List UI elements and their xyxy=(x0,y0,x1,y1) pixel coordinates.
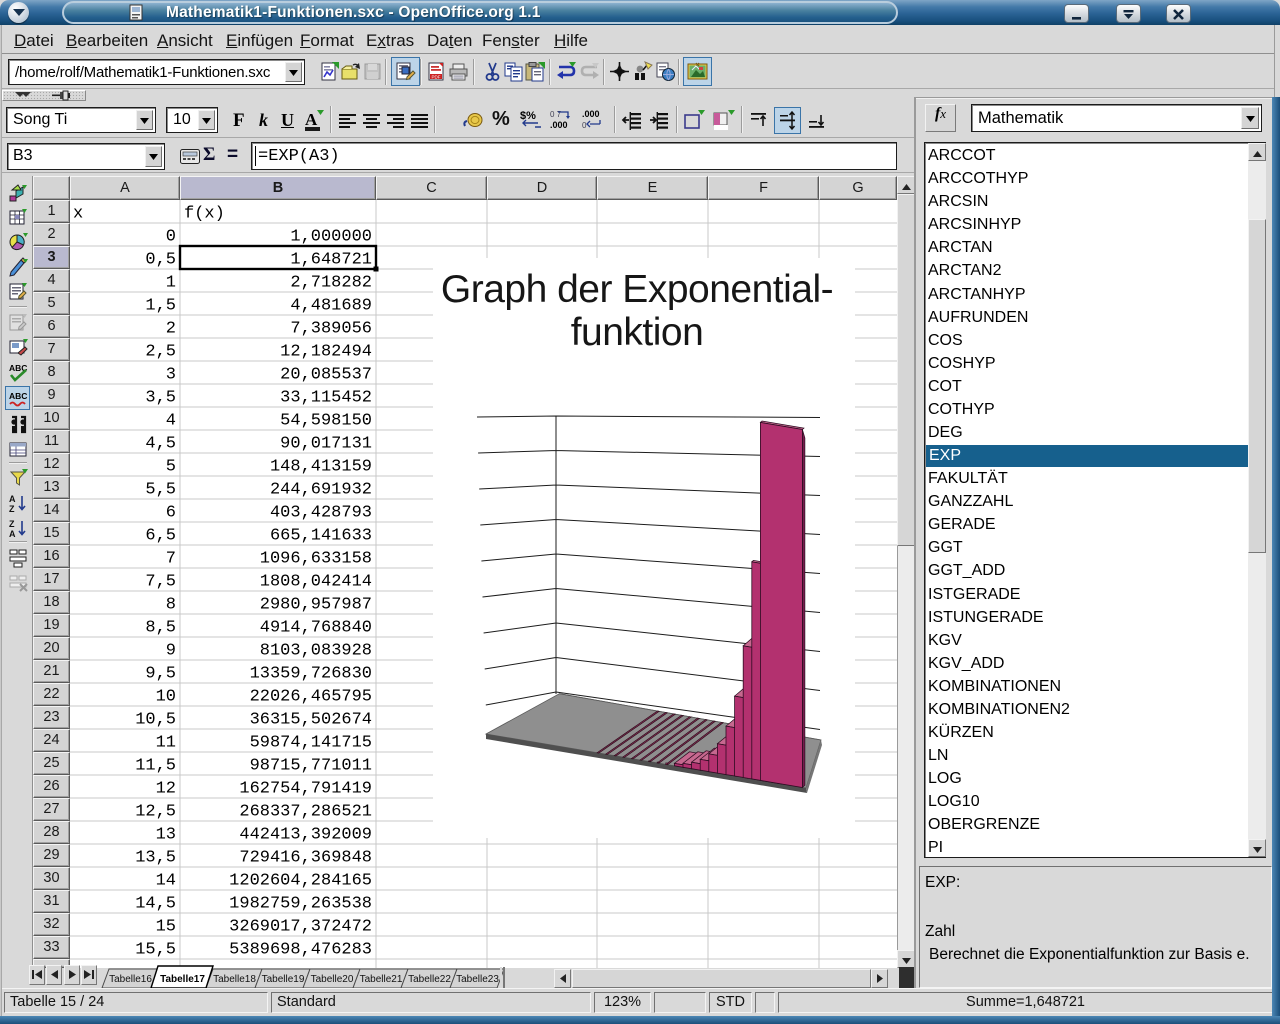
svg-text:6: 6 xyxy=(166,504,176,523)
svg-text:1,648721: 1,648721 xyxy=(290,251,372,270)
svg-text:22026,465795: 22026,465795 xyxy=(250,688,372,707)
svg-text:Tabelle21: Tabelle21 xyxy=(360,974,403,985)
svg-text:36315,502674: 36315,502674 xyxy=(250,711,372,730)
svg-text:Tabelle19: Tabelle19 xyxy=(262,974,305,985)
svg-text:244,691932: 244,691932 xyxy=(270,481,372,500)
svg-text:7,389056: 7,389056 xyxy=(290,320,372,339)
svg-text:1202604,284165: 1202604,284165 xyxy=(229,872,372,891)
svg-text:59874,141715: 59874,141715 xyxy=(250,734,372,753)
svg-text:2,5: 2,5 xyxy=(145,343,176,362)
svg-text:0: 0 xyxy=(166,228,176,247)
svg-text:12,5: 12,5 xyxy=(135,803,176,822)
svg-text:442413,392009: 442413,392009 xyxy=(239,826,372,845)
svg-text:9: 9 xyxy=(166,642,176,661)
svg-text:Tabelle22: Tabelle22 xyxy=(408,974,451,985)
svg-text:5,5: 5,5 xyxy=(145,481,176,500)
svg-text:4: 4 xyxy=(166,412,176,431)
svg-text:1982759,263538: 1982759,263538 xyxy=(229,895,372,914)
svg-text:729416,369848: 729416,369848 xyxy=(239,849,372,868)
svg-text:54,598150: 54,598150 xyxy=(280,412,372,431)
svg-text:1,5: 1,5 xyxy=(145,297,176,316)
svg-text:1808,042414: 1808,042414 xyxy=(260,573,372,592)
svg-text:Tabelle17: Tabelle17 xyxy=(160,974,205,985)
svg-text:1096,633158: 1096,633158 xyxy=(260,550,372,569)
svg-text:20,085537: 20,085537 xyxy=(280,366,372,385)
svg-text:403,428793: 403,428793 xyxy=(270,504,372,523)
svg-text:7: 7 xyxy=(166,550,176,569)
svg-text:0 7: 0 7 xyxy=(550,110,562,119)
svg-text:A: A xyxy=(305,110,318,129)
svg-text:3,5: 3,5 xyxy=(145,389,176,408)
svg-text:98715,771011: 98715,771011 xyxy=(250,757,372,776)
svg-text:11: 11 xyxy=(156,734,176,753)
svg-text:148,413159: 148,413159 xyxy=(270,458,372,477)
svg-text:0: 0 xyxy=(582,121,587,130)
svg-text:$%: $% xyxy=(520,110,536,122)
svg-text:268337,286521: 268337,286521 xyxy=(239,803,372,822)
svg-text:15,5: 15,5 xyxy=(135,941,176,960)
svg-text:2980,957987: 2980,957987 xyxy=(260,596,372,615)
svg-text:Tabelle16: Tabelle16 xyxy=(109,974,152,985)
svg-text:A: A xyxy=(9,494,16,504)
svg-text:8103,083928: 8103,083928 xyxy=(260,642,372,661)
svg-text:13,5: 13,5 xyxy=(135,849,176,868)
svg-text:Tabelle18: Tabelle18 xyxy=(213,974,256,985)
svg-text:665,141633: 665,141633 xyxy=(270,527,372,546)
svg-text:12,182494: 12,182494 xyxy=(280,343,372,362)
svg-text:9,5: 9,5 xyxy=(145,665,176,684)
svg-text:funktion: funktion xyxy=(571,311,704,354)
svg-text:2: 2 xyxy=(166,320,176,339)
svg-text:13: 13 xyxy=(156,826,176,845)
svg-text:10,5: 10,5 xyxy=(135,711,176,730)
svg-text:A: A xyxy=(9,529,16,539)
svg-text:15: 15 xyxy=(156,918,176,937)
svg-text:33,115452: 33,115452 xyxy=(280,389,372,408)
svg-text:4914,768840: 4914,768840 xyxy=(260,619,372,638)
svg-text:ABC: ABC xyxy=(9,391,27,401)
svg-text:4,481689: 4,481689 xyxy=(290,297,372,316)
svg-text:4,5: 4,5 xyxy=(145,435,176,454)
svg-text:f(x): f(x) xyxy=(184,205,225,224)
svg-text:0,5: 0,5 xyxy=(145,251,176,270)
svg-text:10: 10 xyxy=(156,688,176,707)
svg-text:Tabelle20: Tabelle20 xyxy=(311,974,354,985)
svg-text:1: 1 xyxy=(166,274,176,293)
svg-text:Z: Z xyxy=(9,519,15,529)
svg-text:14,5: 14,5 xyxy=(135,895,176,914)
svg-text:11,5: 11,5 xyxy=(135,757,176,776)
svg-text:6,5: 6,5 xyxy=(145,527,176,546)
svg-text:90,017131: 90,017131 xyxy=(280,435,372,454)
svg-text:1,000000: 1,000000 xyxy=(290,228,372,247)
svg-text:162754,791419: 162754,791419 xyxy=(239,780,372,799)
svg-text:.000: .000 xyxy=(582,109,600,119)
svg-text:3269017,372472: 3269017,372472 xyxy=(229,918,372,937)
svg-text:PDF: PDF xyxy=(432,74,441,79)
svg-text:8,5: 8,5 xyxy=(145,619,176,638)
svg-text:Graph der Exponential-: Graph der Exponential- xyxy=(441,268,833,311)
svg-text:3: 3 xyxy=(166,366,176,385)
svg-text:.000: .000 xyxy=(550,120,568,130)
svg-text:7,5: 7,5 xyxy=(145,573,176,592)
svg-text:8: 8 xyxy=(166,596,176,615)
svg-text:2,718282: 2,718282 xyxy=(290,274,372,293)
svg-text:x: x xyxy=(73,205,83,224)
svg-text:Tabelle23: Tabelle23 xyxy=(456,974,499,985)
svg-text:13359,726830: 13359,726830 xyxy=(250,665,372,684)
svg-text:Z: Z xyxy=(9,504,15,514)
svg-text:5389698,476283: 5389698,476283 xyxy=(229,941,372,960)
svg-text:5: 5 xyxy=(166,458,176,477)
svg-text:14: 14 xyxy=(156,872,176,891)
svg-text:12: 12 xyxy=(156,780,176,799)
